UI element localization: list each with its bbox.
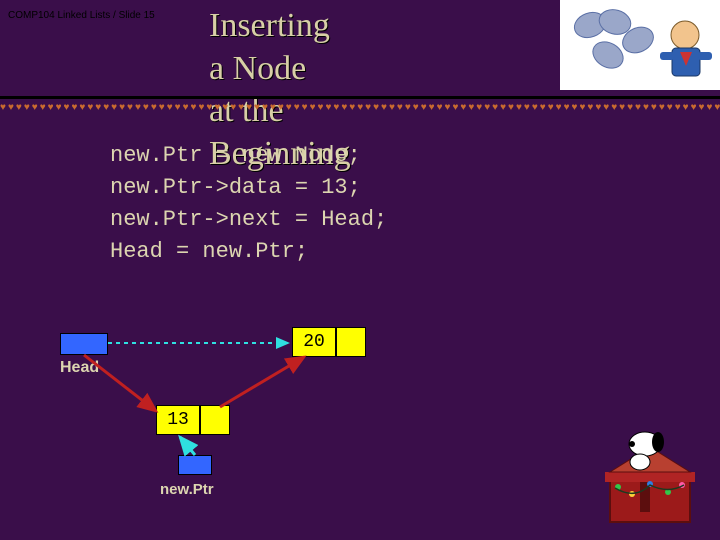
code-block: new.Ptr = new Node; new.Ptr->data = 13; … [110,140,387,268]
diagram-arrows [60,325,440,515]
linked-list-diagram: Head 20 13 new.Ptr [60,325,440,515]
corner-clipart [560,0,720,90]
title-underline [0,96,720,99]
slide-reference-text: COMP104 Linked Lists / Slide 15 [8,10,155,21]
hearts-divider: ♥♥♥♥♥♥♥♥♥♥♥♥♥♥♥♥♥♥♥♥♥♥♥♥♥♥♥♥♥♥♥♥♥♥♥♥♥♥♥♥… [0,102,720,113]
slide-reference: COMP104 Linked Lists / Slide 15 [8,10,155,21]
snoopy-clipart [590,422,710,532]
code-line: new.Ptr->data = 13; [110,172,387,204]
code-line: new.Ptr->next = Head; [110,204,387,236]
code-line: Head = new.Ptr; [110,236,387,268]
code-line: new.Ptr = new Node; [110,140,387,172]
